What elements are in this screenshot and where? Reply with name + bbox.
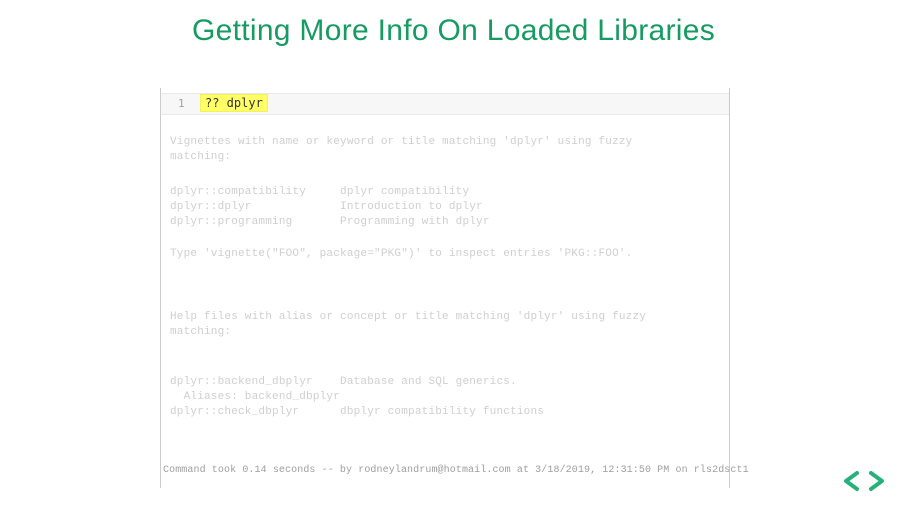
- prev-icon[interactable]: [846, 473, 857, 489]
- output-block-3: Type 'vignette("FOO", package="PKG")' to…: [170, 247, 632, 262]
- output-block-1: Vignettes with name or keyword or title …: [170, 135, 632, 165]
- output-block-2: dplyr::compatibility dplyr compatibility…: [170, 185, 490, 230]
- code-cell-text: ?? dplyr: [200, 94, 268, 112]
- command-footer: Command took 0.14 seconds -- by rodneyla…: [163, 465, 749, 476]
- slide-title: Getting More Info On Loaded Libraries: [0, 14, 907, 48]
- slide-nav: [841, 470, 887, 492]
- output-block-4: Help files with alias or concept or titl…: [170, 310, 646, 340]
- output-block-5: dplyr::backend_dbplyr Database and SQL g…: [170, 375, 544, 420]
- next-icon[interactable]: [871, 473, 882, 489]
- code-line-number: 1: [178, 97, 185, 110]
